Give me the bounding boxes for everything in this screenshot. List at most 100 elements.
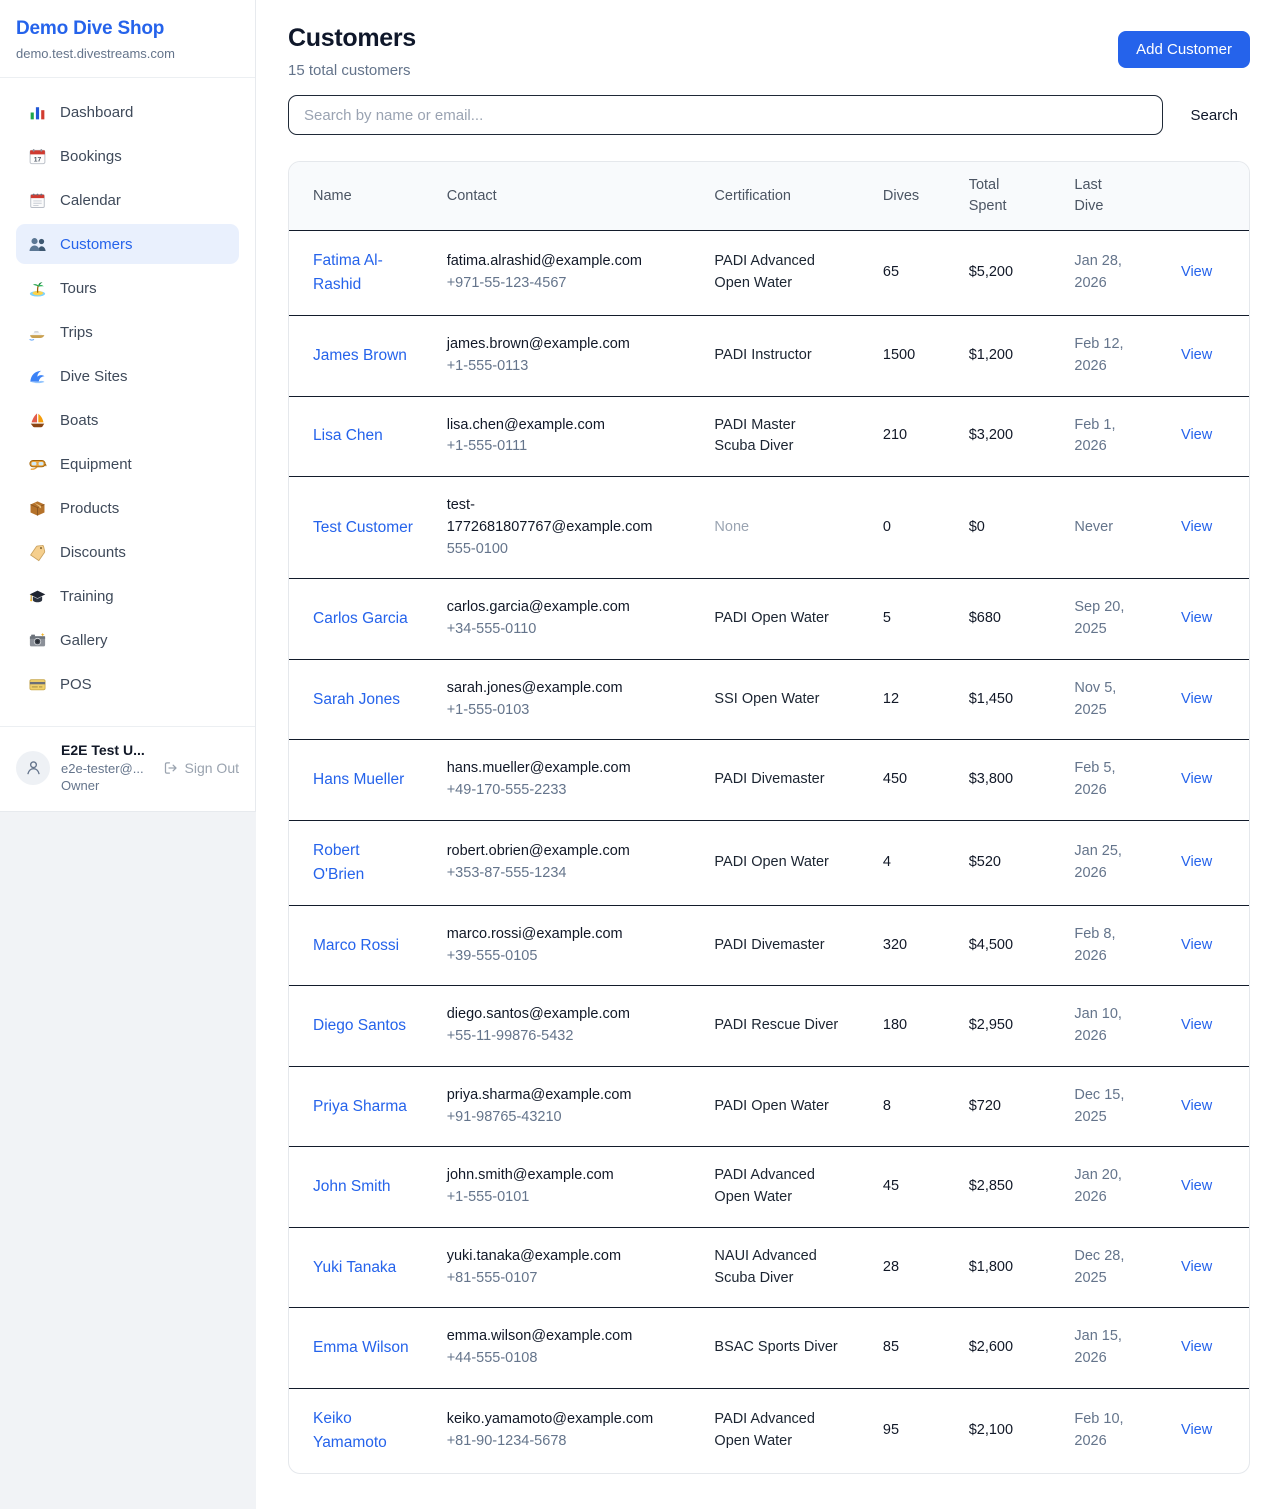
customer-name-link[interactable]: Robert O'Brien: [313, 839, 413, 887]
cell-certification: BSAC Sports Diver: [702, 1308, 870, 1389]
sidebar-item-dive-sites[interactable]: Dive Sites: [16, 356, 239, 396]
cell-last-dive: Feb 12, 2026: [1062, 316, 1169, 397]
sidebar-item-label: Bookings: [60, 148, 122, 165]
sidebar-item-equipment[interactable]: Equipment: [16, 444, 239, 484]
certification-text: PADI Instructor: [714, 345, 811, 367]
sidebar-item-products[interactable]: Products: [16, 488, 239, 528]
column-header-actions: [1169, 162, 1249, 231]
view-link[interactable]: View: [1181, 1259, 1212, 1275]
customer-name-link[interactable]: Fatima Al-Rashid: [313, 249, 413, 297]
customer-name-link[interactable]: Lisa Chen: [313, 424, 383, 448]
cell-certification: None: [702, 477, 870, 579]
view-link[interactable]: View: [1181, 427, 1212, 443]
table-body: Fatima Al-Rashidfatima.alrashid@example.…: [289, 231, 1249, 1473]
last-dive-text: Dec 28, 2025: [1074, 1246, 1138, 1290]
view-link[interactable]: View: [1181, 347, 1212, 363]
view-link[interactable]: View: [1181, 264, 1212, 280]
customer-name-link[interactable]: Keiko Yamamoto: [313, 1407, 413, 1455]
customer-email: marco.rossi@example.com: [447, 924, 623, 946]
customer-name-link[interactable]: Yuki Tanaka: [313, 1256, 396, 1280]
column-header-dives: Dives: [871, 162, 957, 231]
customer-name-link[interactable]: Priya Sharma: [313, 1095, 407, 1119]
customer-phone: +1-555-0113: [447, 356, 691, 378]
view-link[interactable]: View: [1181, 519, 1212, 535]
dashboard-icon: [28, 103, 47, 122]
customer-email: sarah.jones@example.com: [447, 678, 623, 700]
customer-name-link[interactable]: Hans Mueller: [313, 768, 404, 792]
view-link[interactable]: View: [1181, 691, 1212, 707]
user-email: e2e-tester@...: [61, 760, 145, 778]
customer-phone: +81-90-1234-5678: [447, 1431, 691, 1453]
add-customer-button[interactable]: Add Customer: [1118, 31, 1250, 68]
sign-out-button[interactable]: Sign Out: [163, 760, 239, 776]
customer-name-link[interactable]: Sarah Jones: [313, 688, 400, 712]
sidebar-item-customers[interactable]: Customers: [16, 224, 239, 264]
view-link[interactable]: View: [1181, 1017, 1212, 1033]
sidebar-item-pos[interactable]: POS: [16, 664, 239, 704]
customer-email: test-1772681807767@example.com: [447, 495, 659, 539]
column-header-contact: Contact: [435, 162, 703, 231]
customer-phone: +34-555-0110: [447, 619, 691, 641]
cell-dives: 28: [871, 1227, 957, 1308]
user-box: E2E Test U... e2e-tester@... Owner Sign …: [0, 726, 255, 811]
view-link[interactable]: View: [1181, 610, 1212, 626]
column-header-total-spent: Total Spent: [957, 162, 1063, 231]
sidebar-item-calendar[interactable]: Calendar: [16, 180, 239, 220]
cell-dives: 5: [871, 579, 957, 660]
customer-name-link[interactable]: Marco Rossi: [313, 934, 399, 958]
customer-name-link[interactable]: John Smith: [313, 1175, 391, 1199]
sidebar-item-label: Gallery: [60, 632, 108, 649]
sidebar-item-trips[interactable]: Trips: [16, 312, 239, 352]
sidebar-item-dashboard[interactable]: Dashboard: [16, 92, 239, 132]
cell-dives: 0: [871, 477, 957, 579]
products-icon: [28, 499, 47, 518]
customer-email: hans.mueller@example.com: [447, 758, 631, 780]
view-link[interactable]: View: [1181, 1178, 1212, 1194]
sidebar-item-training[interactable]: Training: [16, 576, 239, 616]
customer-name-link[interactable]: Emma Wilson: [313, 1336, 409, 1360]
sidebar-item-boats[interactable]: Boats: [16, 400, 239, 440]
table-row: Keiko Yamamotokeiko.yamamoto@example.com…: [289, 1388, 1249, 1473]
cell-total-spent: $1,800: [957, 1227, 1063, 1308]
table-row: Emma Wilsonemma.wilson@example.com+44-55…: [289, 1308, 1249, 1389]
table-row: Diego Santosdiego.santos@example.com+55-…: [289, 986, 1249, 1067]
cell-name: James Brown: [289, 316, 435, 397]
cell-total-spent: $1,450: [957, 659, 1063, 740]
sidebar-item-gallery[interactable]: Gallery: [16, 620, 239, 660]
cell-name: Carlos Garcia: [289, 579, 435, 660]
view-link[interactable]: View: [1181, 1098, 1212, 1114]
certification-text: PADI Divemaster: [714, 769, 824, 791]
search-input[interactable]: [288, 95, 1163, 135]
view-link[interactable]: View: [1181, 1339, 1212, 1355]
shop-header: Demo Dive Shop demo.test.divestreams.com: [0, 0, 255, 78]
table-row: John Smithjohn.smith@example.com+1-555-0…: [289, 1147, 1249, 1228]
customers-icon: [28, 235, 47, 254]
sidebar-item-label: Trips: [60, 324, 93, 341]
sidebar-nav: Dashboard17BookingsCalendarCustomersTour…: [0, 78, 255, 726]
last-dive-text: Never: [1074, 517, 1113, 539]
sidebar-item-discounts[interactable]: Discounts: [16, 532, 239, 572]
customer-name-link[interactable]: Diego Santos: [313, 1014, 406, 1038]
cell-certification: NAUI Advanced Scuba Diver: [702, 1227, 870, 1308]
cell-certification: PADI Divemaster: [702, 740, 870, 821]
cell-last-dive: Nov 5, 2025: [1062, 659, 1169, 740]
sidebar-item-tours[interactable]: Tours: [16, 268, 239, 308]
search-button[interactable]: Search: [1178, 99, 1250, 132]
customer-name-link[interactable]: Carlos Garcia: [313, 607, 408, 631]
table-row: Marco Rossimarco.rossi@example.com+39-55…: [289, 905, 1249, 986]
user-text: E2E Test U... e2e-tester@... Owner: [61, 741, 145, 795]
calendar-icon: [28, 191, 47, 210]
last-dive-text: Dec 15, 2025: [1074, 1085, 1138, 1129]
sidebar-item-label: Boats: [60, 412, 98, 429]
customer-name-link[interactable]: Test Customer: [313, 516, 413, 540]
sidebar-item-label: Dive Sites: [60, 368, 128, 385]
view-link[interactable]: View: [1181, 854, 1212, 870]
customer-name-link[interactable]: James Brown: [313, 344, 407, 368]
sidebar-item-bookings[interactable]: 17Bookings: [16, 136, 239, 176]
view-link[interactable]: View: [1181, 771, 1212, 787]
cell-total-spent: $2,100: [957, 1388, 1063, 1473]
cell-total-spent: $5,200: [957, 231, 1063, 316]
page-title: Customers: [288, 24, 416, 53]
view-link[interactable]: View: [1181, 1422, 1212, 1438]
view-link[interactable]: View: [1181, 937, 1212, 953]
